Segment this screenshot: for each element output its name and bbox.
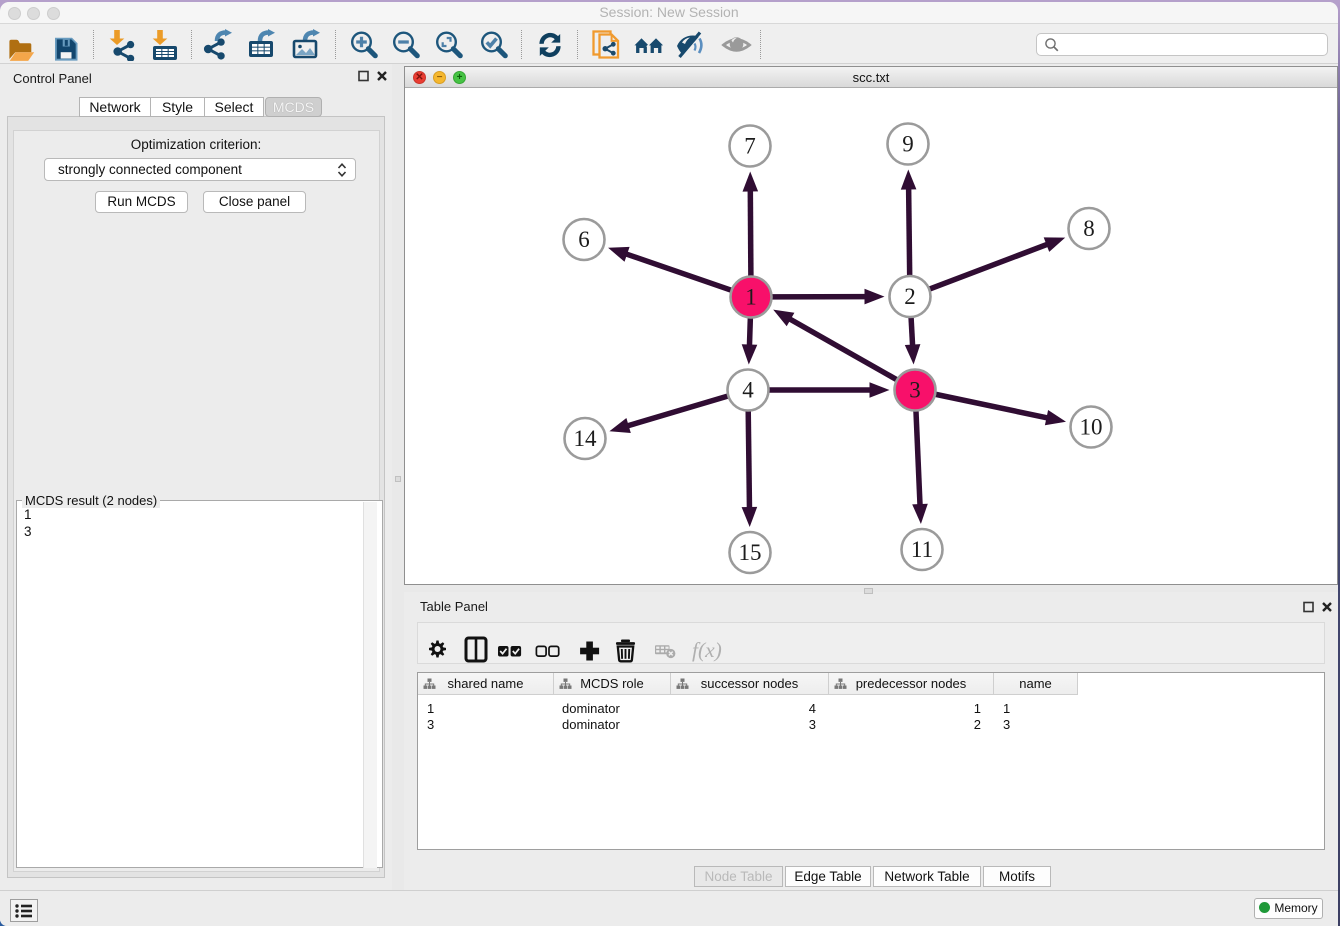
svg-text:8: 8 xyxy=(1083,216,1095,241)
svg-text:1: 1 xyxy=(745,285,757,310)
svg-text:10: 10 xyxy=(1080,415,1103,440)
svg-text:15: 15 xyxy=(739,540,762,565)
svg-text:4: 4 xyxy=(742,378,754,403)
svg-text:14: 14 xyxy=(574,426,598,451)
svg-text:3: 3 xyxy=(909,378,921,403)
svg-text:6: 6 xyxy=(578,227,590,252)
svg-text:9: 9 xyxy=(902,132,914,157)
svg-text:7: 7 xyxy=(744,134,756,159)
svg-text:2: 2 xyxy=(904,284,916,309)
svg-text:11: 11 xyxy=(911,537,933,562)
svg-text:f(x): f(x) xyxy=(692,638,722,662)
